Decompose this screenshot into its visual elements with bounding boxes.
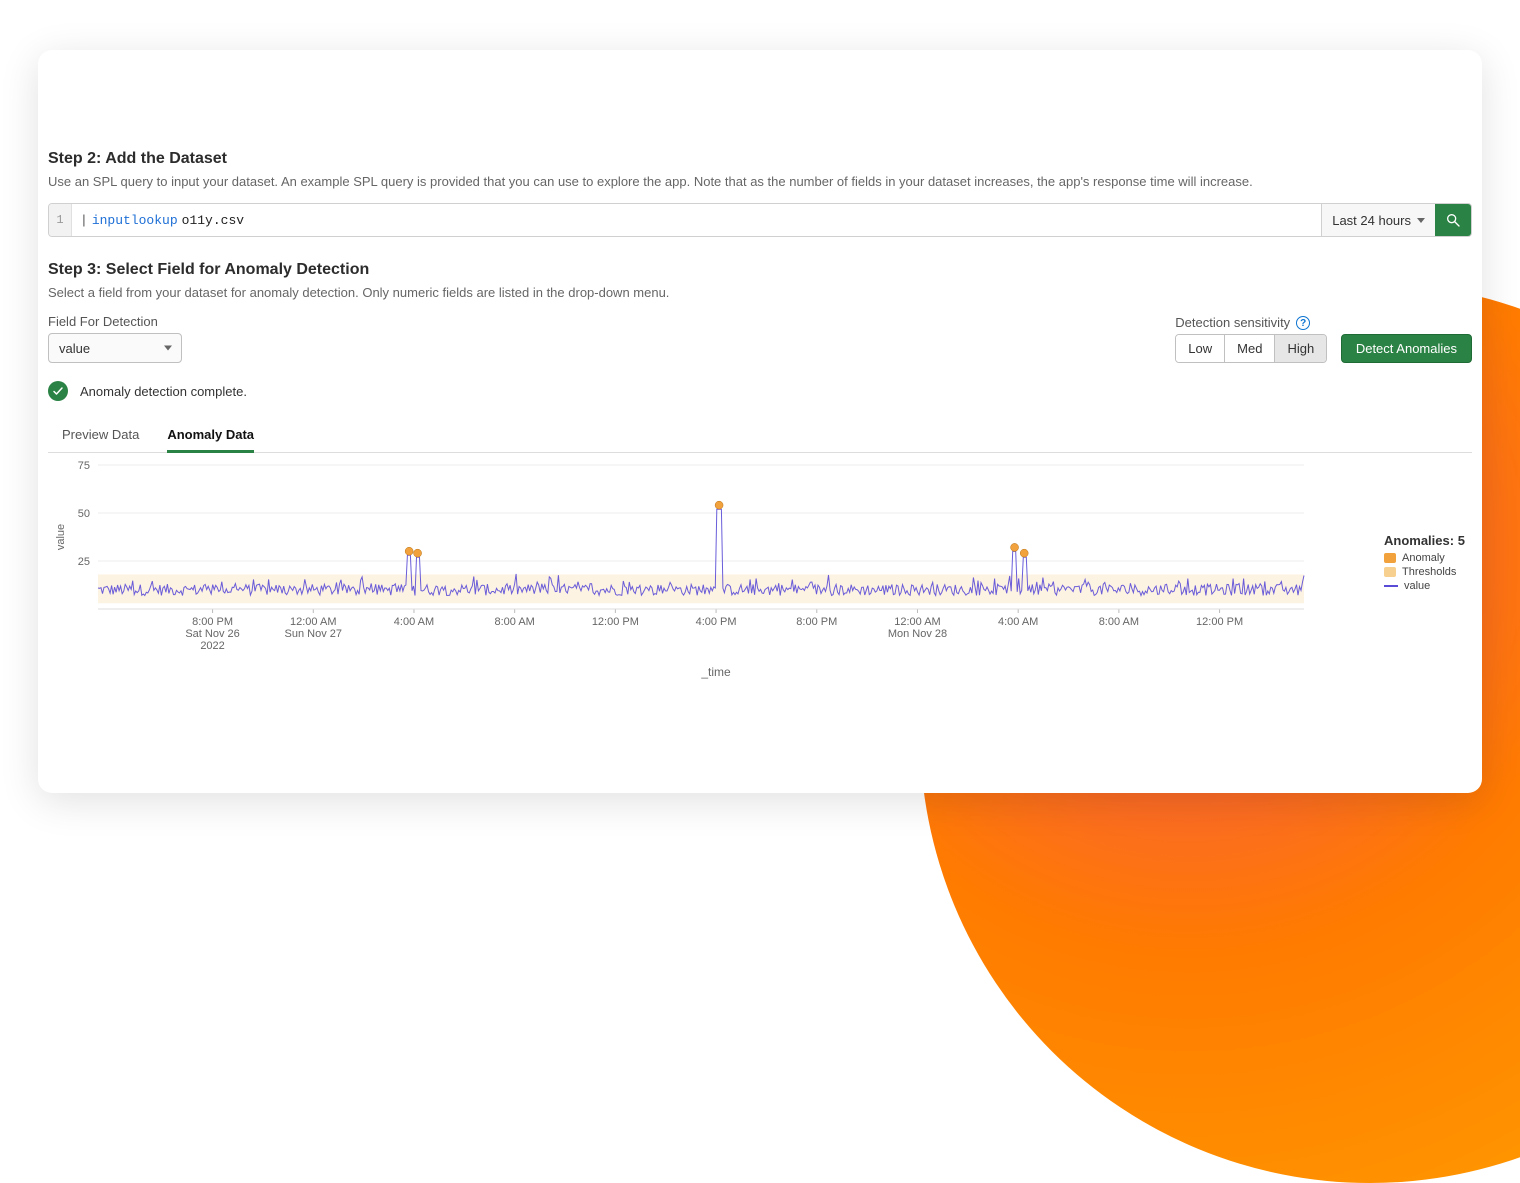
svg-text:Sun Nov 27: Sun Nov 27	[285, 628, 342, 640]
sensitivity-label: Detection sensitivity	[1175, 315, 1290, 330]
svg-text:value: value	[55, 524, 67, 550]
chart-container: 255075value8:00 PMSat Nov 26202212:00 AM…	[48, 459, 1472, 679]
detect-anomalies-button[interactable]: Detect Anomalies	[1341, 334, 1472, 363]
svg-text:8:00 AM: 8:00 AM	[494, 616, 534, 628]
legend-swatch-anomaly	[1384, 553, 1396, 563]
svg-text:Mon Nov 28: Mon Nov 28	[888, 628, 947, 640]
legend-swatch-value	[1384, 585, 1398, 587]
query-command: inputlookup	[92, 213, 178, 228]
sensitivity-med[interactable]: Med	[1225, 335, 1275, 362]
main-panel: Step 2: Add the Dataset Use an SPL query…	[38, 50, 1482, 793]
legend-item-value[interactable]: value	[1384, 580, 1472, 592]
step2-subtitle: Use an SPL query to input your dataset. …	[48, 174, 1472, 189]
legend-item-anomaly[interactable]: Anomaly	[1384, 552, 1472, 564]
search-icon	[1445, 212, 1461, 228]
chart-area: 255075value8:00 PMSat Nov 26202212:00 AM…	[48, 459, 1384, 679]
sensitivity-low[interactable]: Low	[1176, 335, 1225, 362]
sensitivity-toggle: Low Med High	[1175, 334, 1327, 363]
svg-text:12:00 AM: 12:00 AM	[290, 616, 336, 628]
step3-title: Step 3: Select Field for Anomaly Detecti…	[48, 261, 1472, 279]
field-select-value: value	[59, 341, 90, 356]
chevron-down-icon	[1417, 218, 1425, 223]
svg-text:2022: 2022	[200, 640, 224, 652]
sensitivity-high[interactable]: High	[1275, 335, 1326, 362]
chart-legend: Anomalies: 5 Anomaly Thresholds value	[1384, 459, 1472, 594]
search-button[interactable]	[1435, 204, 1471, 236]
tab-anomaly-data[interactable]: Anomaly Data	[167, 419, 254, 453]
status-row: Anomaly detection complete.	[48, 381, 1472, 401]
query-line-number: 1	[49, 204, 72, 236]
svg-text:75: 75	[78, 460, 90, 472]
step3-subtitle: Select a field from your dataset for ano…	[48, 285, 1472, 300]
svg-text:50: 50	[78, 508, 90, 520]
chevron-down-icon	[164, 346, 172, 351]
svg-text:4:00 AM: 4:00 AM	[394, 616, 434, 628]
svg-text:12:00 PM: 12:00 PM	[592, 616, 639, 628]
svg-text:8:00 AM: 8:00 AM	[1099, 616, 1139, 628]
anomalies-count: Anomalies: 5	[1384, 533, 1472, 548]
controls-row: Field For Detection value Detection sens…	[48, 314, 1472, 363]
spl-query-bar: 1 | inputlookup o11y.csv Last 24 hours	[48, 203, 1472, 237]
step2-title: Step 2: Add the Dataset	[48, 150, 1472, 168]
field-label: Field For Detection	[48, 314, 182, 329]
svg-text:25: 25	[78, 556, 90, 568]
query-argument: o11y.csv	[182, 213, 244, 228]
query-pipe: |	[80, 213, 88, 228]
result-tabs: Preview Data Anomaly Data	[48, 419, 1472, 453]
field-selector-block: Field For Detection value	[48, 314, 182, 363]
sensitivity-block: Detection sensitivity ? Low Med High Det…	[1175, 315, 1472, 363]
svg-text:4:00 AM: 4:00 AM	[998, 616, 1038, 628]
svg-text:8:00 PM: 8:00 PM	[796, 616, 837, 628]
tab-preview-data[interactable]: Preview Data	[62, 419, 139, 453]
svg-text:Sat Nov 26: Sat Nov 26	[185, 628, 239, 640]
legend-item-thresholds[interactable]: Thresholds	[1384, 566, 1472, 578]
sensitivity-label-row: Detection sensitivity ?	[1175, 315, 1472, 330]
time-range-label: Last 24 hours	[1332, 213, 1411, 228]
x-axis-label: _time	[48, 665, 1384, 679]
field-select[interactable]: value	[48, 333, 182, 363]
anomaly-chart[interactable]: 255075value8:00 PMSat Nov 26202212:00 AM…	[48, 459, 1308, 659]
svg-text:4:00 PM: 4:00 PM	[696, 616, 737, 628]
time-range-picker[interactable]: Last 24 hours	[1321, 204, 1435, 236]
svg-text:12:00 PM: 12:00 PM	[1196, 616, 1243, 628]
svg-text:12:00 AM: 12:00 AM	[894, 616, 940, 628]
check-circle-icon	[48, 381, 68, 401]
status-text: Anomaly detection complete.	[80, 384, 247, 399]
help-icon[interactable]: ?	[1296, 316, 1310, 330]
svg-text:8:00 PM: 8:00 PM	[192, 616, 233, 628]
spl-query-input[interactable]: | inputlookup o11y.csv	[72, 204, 1321, 236]
legend-swatch-thresholds	[1384, 567, 1396, 577]
